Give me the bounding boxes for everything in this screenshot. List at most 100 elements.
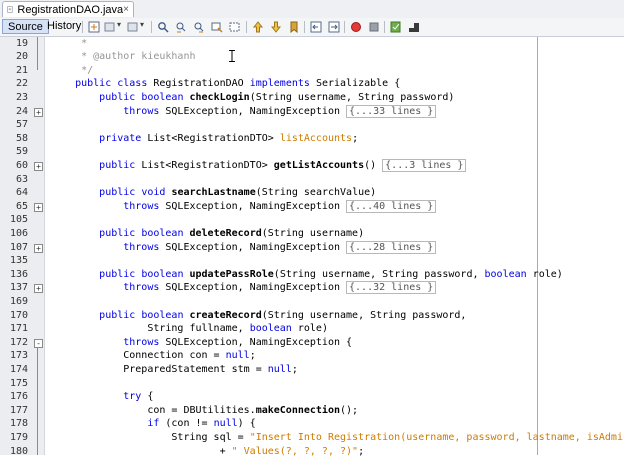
toggle-bookmark-icon[interactable] (288, 21, 300, 33)
line-number: 24 (0, 105, 28, 119)
code-line: 179 String sql = "Insert Into Registrati… (0, 431, 624, 445)
code-token: public class (75, 78, 147, 89)
code-token (51, 391, 123, 402)
code-text: public class RegistrationDAO implements … (51, 77, 400, 91)
code-text: */ (51, 64, 93, 78)
editor-toolbar: Source History ▾ ▾ (0, 18, 624, 37)
code-text: public boolean createRecord(String usern… (51, 309, 466, 323)
code-token (51, 310, 99, 321)
code-line: 137+ throws SQLException, NamingExceptio… (0, 281, 624, 295)
code-token: boolean (250, 323, 292, 334)
stop-macro-recording-icon[interactable] (368, 21, 380, 33)
code-token: public boolean (99, 92, 183, 103)
file-tab[interactable]: RegistrationDAO.java × (2, 1, 134, 17)
code-line: 177 con = DBUtilities.makeConnection(); (0, 404, 624, 418)
code-token: SQLException, NamingException (159, 201, 346, 212)
line-number: 65 (0, 200, 28, 214)
line-number: 135 (0, 254, 28, 268)
code-token: private (99, 133, 141, 144)
code-text: try { (51, 390, 153, 404)
code-text: throws SQLException, NamingException {..… (51, 200, 436, 214)
code-token: SQLException, NamingException (159, 106, 346, 117)
code-token: String fullname, (51, 323, 250, 334)
code-token: try (123, 391, 141, 402)
folded-code-marker[interactable]: {...3 lines } (382, 159, 466, 172)
code-token: * @author kieukhanh (51, 51, 196, 62)
code-line: 107 + throws SQLException, NamingExceptio… (0, 241, 624, 255)
expand-fold-icon[interactable]: + (34, 203, 43, 212)
folded-code-marker[interactable]: {...28 lines } (346, 241, 436, 254)
line-number: 63 (0, 173, 28, 187)
code-token: role) (527, 269, 563, 280)
code-token: checkLogin (190, 92, 250, 103)
text-cursor-icon (229, 50, 235, 62)
code-line: 19 * (0, 37, 624, 51)
collapse-fold-icon[interactable]: - (34, 339, 43, 348)
shift-right-icon[interactable] (328, 21, 340, 33)
code-text: throws SQLException, NamingException {..… (51, 241, 436, 255)
back-icon[interactable] (104, 21, 116, 33)
back-dropdown-icon[interactable]: ▾ (117, 20, 121, 29)
code-text: * (51, 37, 87, 51)
toolbar-divider (384, 21, 385, 33)
history-tab-button[interactable]: History (42, 19, 86, 34)
line-number: 170 (0, 309, 28, 323)
code-line: 135 (0, 254, 624, 268)
code-token: List<RegistrationDTO> (141, 133, 279, 144)
expand-fold-icon[interactable]: + (34, 284, 43, 293)
code-text: public boolean checkLogin(String usernam… (51, 91, 454, 105)
code-token: implements (250, 78, 310, 89)
line-number: 107 (0, 241, 28, 255)
validate-xml-icon[interactable] (408, 21, 420, 33)
check-file-icon[interactable] (390, 21, 402, 33)
code-text: String fullname, boolean role) (51, 322, 328, 336)
line-number: 174 (0, 363, 28, 377)
close-tab-icon[interactable]: × (123, 4, 129, 15)
code-token: con = DBUtilities. (51, 405, 256, 416)
find-next-icon[interactable] (193, 21, 205, 33)
forward-icon[interactable] (127, 21, 139, 33)
find-icon[interactable] (157, 21, 169, 33)
folded-code-marker[interactable]: {...33 lines } (346, 105, 436, 118)
folded-code-marker[interactable]: {...32 lines } (346, 281, 436, 294)
line-number: 179 (0, 431, 28, 445)
code-text: public boolean updatePassRole(String use… (51, 268, 563, 282)
toggle-highlight-icon[interactable] (211, 21, 223, 33)
fold-guide-line (37, 347, 38, 455)
code-token: String sql = (51, 432, 250, 443)
editor-tab-bar: RegistrationDAO.java × (0, 0, 624, 19)
toolbar-divider (304, 21, 305, 33)
previous-bookmark-icon[interactable] (252, 21, 264, 33)
code-line: 24 + throws SQLException, NamingException… (0, 105, 624, 119)
expand-fold-icon[interactable]: + (34, 244, 43, 253)
line-number: 180 (0, 445, 28, 458)
folded-code-marker[interactable]: {...40 lines } (346, 200, 436, 213)
line-number: 21 (0, 64, 28, 78)
start-macro-recording-icon[interactable] (350, 21, 362, 33)
code-token: boolean (485, 269, 527, 280)
fold-guide-line (37, 37, 38, 70)
toolbar-divider (82, 21, 83, 33)
code-text: throws SQLException, NamingException {..… (51, 105, 436, 119)
code-text: if (con != null) { (51, 417, 256, 431)
line-number: 105 (0, 213, 28, 227)
code-token: public boolean (99, 310, 183, 321)
last-edit-icon[interactable] (88, 21, 100, 33)
code-line: 176 try { (0, 390, 624, 404)
code-token: public void (99, 187, 165, 198)
code-text: PreparedStatement stm = null; (51, 363, 298, 377)
code-token: public boolean (99, 228, 183, 239)
code-token: null (226, 350, 250, 361)
toggle-rectangular-selection-icon[interactable] (229, 21, 241, 33)
expand-fold-icon[interactable]: + (34, 108, 43, 117)
code-token: if (147, 418, 159, 429)
code-token: SQLException, NamingException (159, 242, 346, 253)
code-token (51, 133, 99, 144)
expand-fold-icon[interactable]: + (34, 162, 43, 171)
code-token: throws (123, 337, 159, 348)
forward-dropdown-icon[interactable]: ▾ (140, 20, 144, 29)
shift-left-icon[interactable] (310, 21, 322, 33)
code-token: { (141, 391, 153, 402)
find-previous-icon[interactable] (175, 21, 187, 33)
next-bookmark-icon[interactable] (270, 21, 282, 33)
